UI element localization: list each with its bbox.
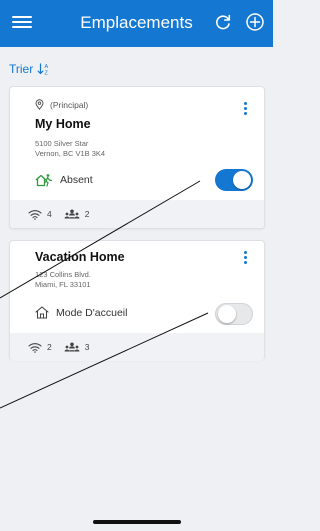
wifi-icon	[28, 209, 42, 220]
svg-text:A: A	[45, 64, 49, 70]
svg-text:Z: Z	[45, 71, 49, 77]
home-icon	[35, 306, 49, 319]
wifi-icon	[28, 342, 42, 353]
wifi-stat: 2	[28, 342, 52, 353]
mode-toggle[interactable]	[215, 169, 253, 191]
wifi-count: 4	[47, 209, 52, 219]
sort-icon: A Z	[37, 63, 49, 77]
wifi-count: 2	[47, 342, 52, 352]
location-address-line2: Miami, FL 33101	[35, 280, 91, 289]
mode-status: Absent	[35, 173, 93, 187]
page-title: Emplacements	[80, 13, 193, 32]
more-options-icon[interactable]	[244, 251, 248, 265]
users-count: 2	[84, 209, 90, 219]
users-count: 3	[84, 342, 90, 352]
app-header: Emplacements	[0, 0, 273, 47]
mode-status: Mode D'accueil	[35, 306, 127, 319]
add-circle-icon[interactable]	[245, 12, 265, 32]
sort-label: Trier	[9, 62, 34, 76]
mode-toggle[interactable]	[215, 303, 253, 325]
mode-label: Mode D'accueil	[56, 306, 128, 319]
location-name: Vacation Home	[35, 250, 125, 264]
location-address-line1: 123 Collins Blvd.	[35, 270, 91, 279]
users-stat: 2	[64, 209, 90, 220]
home-indicator	[93, 520, 181, 524]
refresh-icon[interactable]	[214, 12, 232, 32]
more-options-icon[interactable]	[244, 102, 247, 115]
users-icon	[64, 209, 80, 218]
location-address-line2: Vernon, BC V1B 3K4	[35, 149, 106, 158]
sort-button[interactable]: Trier A Z	[9, 60, 51, 78]
mode-label: Absent	[60, 174, 93, 186]
card-footer: 2 3	[10, 333, 264, 361]
card-footer: 4 2	[10, 200, 264, 228]
location-name: My Home	[35, 117, 91, 131]
users-stat: 3	[64, 342, 90, 353]
location-address-line1: 5100 Silver Star	[35, 139, 89, 148]
away-icon	[35, 174, 53, 187]
primary-tag: (Principal)	[35, 99, 88, 110]
primary-tag-label: (Principal)	[50, 99, 89, 110]
users-icon	[64, 342, 80, 351]
wifi-stat: 4	[28, 209, 52, 220]
location-pin-icon	[35, 99, 44, 110]
